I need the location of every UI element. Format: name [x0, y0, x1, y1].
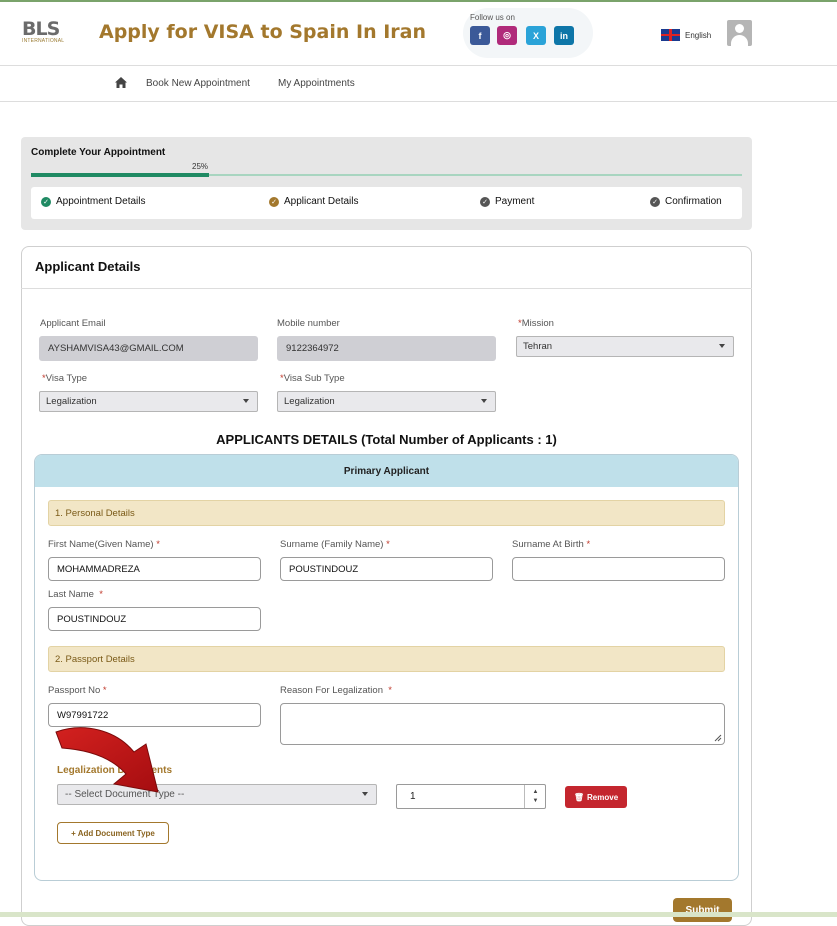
- primary-applicant-header: Primary Applicant: [35, 455, 738, 487]
- add-document-type-button[interactable]: + Add Document Type: [57, 822, 169, 844]
- personal-details-section: 1. Personal Details: [48, 500, 725, 526]
- visa-type-select[interactable]: Legalization: [39, 391, 258, 412]
- applicants-heading: APPLICANTS DETAILS (Total Number of Appl…: [216, 432, 557, 447]
- first-name-input[interactable]: MOHAMMADREZA: [48, 557, 261, 581]
- step-appointment-details: ✓ Appointment Details: [41, 196, 146, 207]
- resize-handle-icon[interactable]: [714, 734, 722, 742]
- logo-text: BLS: [22, 18, 60, 40]
- surname-at-birth-label: Surname At Birth *: [512, 539, 591, 550]
- language-selector[interactable]: English: [661, 29, 711, 41]
- mobile-field[interactable]: 9122364972: [277, 336, 496, 361]
- step-applicant-details: ✓ Applicant Details: [269, 196, 358, 207]
- last-name-label: Last Name *: [48, 589, 103, 600]
- email-field[interactable]: AYSHAMVISA43@GMAIL.COM: [39, 336, 258, 361]
- step-label: Confirmation: [665, 196, 722, 207]
- progress-percent: 25%: [192, 162, 209, 171]
- chevron-down-icon: [362, 792, 368, 796]
- home-icon[interactable]: [115, 77, 127, 88]
- surname-label: Surname (Family Name) *: [280, 539, 390, 550]
- check-circle-icon: ✓: [480, 196, 490, 207]
- chevron-down-icon: [243, 399, 249, 403]
- card-divider: [21, 288, 752, 289]
- passport-details-section: 2. Passport Details: [48, 646, 725, 672]
- follow-label: Follow us on: [470, 13, 515, 22]
- last-name-input[interactable]: POUSTINDOUZ: [48, 607, 261, 631]
- nav-my-appointments[interactable]: My Appointments: [278, 78, 355, 89]
- progress-title: Complete Your Appointment: [31, 147, 166, 158]
- chevron-down-icon: [481, 399, 487, 403]
- check-circle-icon: ✓: [650, 196, 660, 207]
- step-label: Payment: [495, 196, 535, 207]
- step-label: Appointment Details: [56, 196, 146, 207]
- remove-button[interactable]: 🗑 Remove: [565, 786, 627, 808]
- linkedin-icon[interactable]: in: [554, 26, 574, 45]
- language-label: English: [685, 30, 712, 40]
- visa-sub-type-select[interactable]: Legalization: [277, 391, 496, 412]
- nav-book-appointment[interactable]: Book New Appointment: [146, 78, 250, 89]
- step-payment: ✓ Payment: [480, 196, 534, 207]
- spin-down-icon[interactable]: ▼: [533, 797, 539, 806]
- check-circle-icon: ✓: [41, 196, 51, 207]
- progress-fill: [31, 173, 209, 177]
- check-circle-icon: ✓: [269, 196, 279, 207]
- surname-at-birth-input[interactable]: [512, 557, 725, 581]
- trash-icon: 🗑: [573, 792, 585, 802]
- visa-sub-type-label: *Visa Sub Type: [280, 373, 345, 384]
- reason-textarea[interactable]: [280, 703, 725, 745]
- facebook-icon[interactable]: f: [470, 26, 490, 45]
- email-label: Applicant Email: [40, 318, 106, 329]
- instagram-icon[interactable]: ◎: [497, 26, 517, 45]
- x-twitter-icon[interactable]: X: [526, 26, 546, 45]
- reason-label: Reason For Legalization *: [280, 685, 392, 696]
- logo-subtext: INTERNATIONAL: [22, 38, 65, 44]
- user-avatar-icon[interactable]: [727, 20, 752, 46]
- visa-type-label: *Visa Type: [42, 373, 88, 384]
- mission-select[interactable]: Tehran: [516, 336, 734, 357]
- first-name-label: First Name(Given Name) *: [48, 539, 160, 550]
- submit-button[interactable]: Submit: [673, 898, 732, 922]
- surname-input[interactable]: POUSTINDOUZ: [280, 557, 493, 581]
- passport-no-label: Passport No *: [48, 685, 107, 696]
- number-spinner[interactable]: ▲ ▼: [524, 785, 546, 808]
- mission-label: *Mission: [518, 318, 554, 329]
- mobile-label: Mobile number: [277, 318, 340, 329]
- step-label: Applicant Details: [284, 196, 359, 207]
- bottom-strip: [0, 912, 837, 917]
- uk-flag-icon: [661, 29, 680, 41]
- chevron-down-icon: [719, 344, 725, 348]
- spin-up-icon[interactable]: ▲: [533, 788, 539, 797]
- page-title: Apply for VISA to Spain In Iran: [99, 21, 427, 43]
- bls-logo[interactable]: BLS INTERNATIONAL: [22, 20, 66, 48]
- card-title: Applicant Details: [35, 259, 141, 274]
- red-arrow-annotation-icon: [55, 727, 159, 793]
- step-confirmation: ✓ Confirmation: [650, 196, 722, 207]
